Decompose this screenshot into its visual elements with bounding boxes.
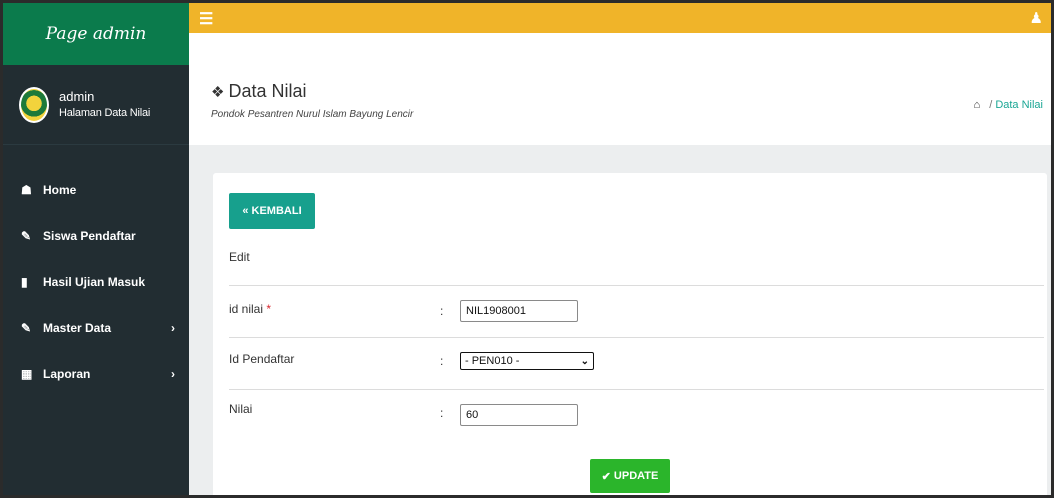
check-icon: ✔	[601, 470, 614, 483]
sidebar-nav: ☗ Home ✎ Siswa Pendaftar ▮ Hasil Ujian M…	[3, 145, 189, 397]
content-header: ❖ Data Nilai Pondok Pesantren Nurul Islam…	[189, 33, 1051, 145]
divider	[229, 337, 1044, 338]
sidebar-item-laporan[interactable]: ▦ Laporan ›	[3, 351, 189, 397]
user-subtitle: Halaman Data Nilai	[59, 106, 151, 119]
id-nilai-label-text: id nilai	[229, 302, 264, 316]
field-colon: :	[440, 354, 444, 368]
required-mark: *	[266, 302, 272, 316]
section-label: Edit	[229, 250, 250, 264]
form-card: « KEMBALI Edit id nilai * : NIL1908001 I…	[213, 173, 1047, 495]
back-button[interactable]: « KEMBALI	[229, 193, 315, 229]
nilai-label: Nilai	[229, 402, 253, 416]
hamburger-icon[interactable]: ☰	[199, 9, 213, 29]
calendar-icon: ▦	[21, 367, 33, 381]
page-title-text: Data Nilai	[228, 81, 307, 101]
chevron-right-icon: ›	[171, 321, 175, 335]
edit-icon: ✎	[21, 321, 32, 335]
page-subtitle: Pondok Pesantren Nurul Islam Bayung Lenc…	[211, 109, 414, 120]
home-icon: ☗	[21, 183, 32, 197]
id-pendaftar-select[interactable]: - PEN010 - ⌄	[460, 352, 594, 370]
sidebar-item-label: Home	[43, 183, 77, 197]
sidebar-item-label: Laporan	[43, 367, 91, 381]
divider	[229, 389, 1044, 390]
top-navbar: ☰ ♟	[189, 3, 1051, 33]
sidebar-item-label: Hasil Ujian Masuk	[43, 275, 146, 289]
user-info: admin Halaman Data Nilai	[59, 89, 150, 121]
organization-logo-icon	[19, 86, 49, 123]
id-nilai-input[interactable]: NIL1908001	[460, 300, 578, 322]
back-button-label: KEMBALI	[251, 205, 302, 217]
user-icon[interactable]: ♟	[1030, 9, 1043, 27]
brand-text: Page admin	[45, 24, 147, 44]
pencil-icon: ✎	[21, 229, 32, 243]
nilai-input[interactable]: 60	[460, 404, 578, 426]
app-frame: Page admin admin Halaman Data Nilai ☗ Ho…	[0, 0, 1054, 498]
update-button[interactable]: ✔ UPDATE	[590, 459, 670, 493]
sidebar-item-hasil-ujian-masuk[interactable]: ▮ Hasil Ujian Masuk	[3, 259, 189, 305]
dashboard-icon: ❖	[211, 84, 225, 101]
chevron-down-icon: ⌄	[580, 355, 589, 367]
field-colon: :	[440, 304, 444, 318]
sidebar-item-siswa-pendaftar[interactable]: ✎ Siswa Pendaftar	[3, 213, 189, 259]
update-button-label: UPDATE	[613, 470, 659, 482]
book-icon: ▮	[21, 275, 28, 289]
page-title: ❖ Data Nilai	[211, 81, 306, 102]
divider	[229, 285, 1044, 286]
id-nilai-label: id nilai *	[229, 302, 271, 316]
id-pendaftar-selected-value: - PEN010 -	[465, 355, 520, 367]
field-colon: :	[440, 406, 444, 420]
chevron-right-icon: ›	[171, 367, 175, 381]
double-chevron-left-icon: «	[242, 205, 252, 217]
sidebar-item-label: Master Data	[43, 321, 112, 335]
user-panel: admin Halaman Data Nilai	[3, 65, 189, 145]
sidebar-item-master-data[interactable]: ✎ Master Data ›	[3, 305, 189, 351]
sidebar: Page admin admin Halaman Data Nilai ☗ Ho…	[3, 3, 189, 495]
sidebar-item-home[interactable]: ☗ Home	[3, 167, 189, 213]
breadcrumb-current[interactable]: Data Nilai	[995, 99, 1043, 111]
brand-logo[interactable]: Page admin	[3, 3, 189, 65]
breadcrumb: ⌂ / Data Nilai	[973, 99, 1043, 111]
id-pendaftar-label: Id Pendaftar	[229, 352, 295, 366]
sidebar-item-label: Siswa Pendaftar	[43, 229, 136, 243]
breadcrumb-home-icon[interactable]: ⌂	[973, 99, 980, 111]
user-name: admin	[59, 88, 95, 104]
